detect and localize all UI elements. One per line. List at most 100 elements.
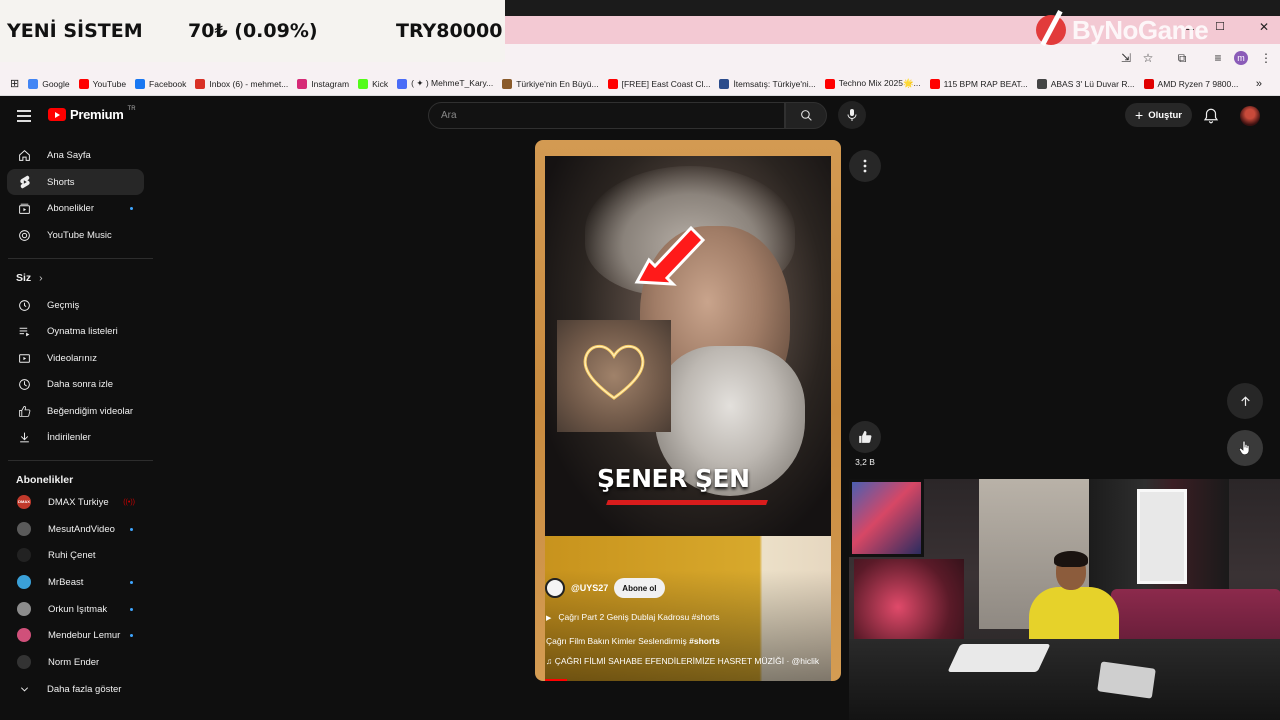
create-label: Oluştur: [1148, 109, 1182, 121]
bookmark-itemsatis[interactable]: İtemsatış: Türkiye'ni...: [719, 78, 816, 89]
subscriptions-icon: [18, 202, 31, 215]
ticker-title: YENİ SİSTEM: [7, 20, 143, 42]
music-icon: [18, 229, 31, 242]
arrow-up-icon: [1240, 395, 1250, 406]
webcam-overlay: [849, 479, 1280, 720]
short-title: Çağrı Film Bakın Kimler Seslendirmiş #sh…: [546, 636, 720, 646]
sidebar-item-shorts[interactable]: Shorts: [7, 169, 144, 195]
maximize-button[interactable]: ☐: [1210, 20, 1230, 33]
subscription-channel[interactable]: Ruhi Çenet: [7, 542, 144, 568]
browser-menu-icon[interactable]: ⋮: [1258, 50, 1274, 66]
search-button[interactable]: [785, 102, 827, 129]
video-overlay-name: ŞENER ŞEN: [597, 464, 750, 493]
sidebar-item-youtube-music[interactable]: YouTube Music: [7, 222, 144, 248]
bookmark-turkiye[interactable]: Türkiye'nin En Büyü...: [502, 78, 599, 89]
country-code: TR: [127, 105, 136, 112]
subscription-channel[interactable]: Mendebur Lemur: [7, 622, 144, 648]
overlay-underline: [606, 500, 768, 505]
bookmark-abas[interactable]: ABAS 3' Lü Duvar R...: [1036, 78, 1135, 89]
sidebar-item-liked-videos[interactable]: Beğendiğim videolar: [7, 398, 144, 424]
channel-name: MesutAndVideo: [48, 523, 115, 535]
subscribe-button[interactable]: Abone ol: [614, 578, 665, 598]
menu-icon[interactable]: [17, 110, 31, 125]
browser-profile-avatar[interactable]: m: [1234, 51, 1248, 65]
new-content-dot: [130, 527, 133, 531]
bookmark-instagram[interactable]: Instagram: [297, 78, 349, 89]
more-options-button[interactable]: [849, 150, 881, 182]
notifications-bell-icon[interactable]: [1202, 107, 1220, 125]
sidebar-item-label: Oynatma listeleri: [47, 325, 118, 337]
bookmark-kick[interactable]: Kick: [358, 78, 388, 89]
previous-short-button[interactable]: [1227, 383, 1263, 419]
watch-later-icon: [18, 378, 31, 391]
next-short-button[interactable]: [1227, 430, 1263, 466]
bookmark-star-icon[interactable]: ☆: [1140, 50, 1156, 66]
bookmark-google[interactable]: Google: [28, 78, 70, 89]
create-button[interactable]: + Oluştur: [1125, 103, 1192, 127]
channel-avatar: DMAX: [17, 495, 31, 509]
bookmark-east-coast[interactable]: [FREE] East Coast Cl...: [607, 78, 710, 89]
playlist-link[interactable]: ▶ Çağrı Part 2 Geniş Dublaj Kadrosu #shor…: [546, 612, 720, 622]
bookmark-facebook[interactable]: Facebook: [135, 78, 186, 89]
sidebar-item-label: Geçmiş: [47, 299, 80, 311]
sidebar-item-playlists[interactable]: Oynatma listeleri: [7, 318, 144, 344]
webcam-keyboard: [947, 644, 1051, 672]
shorts-player[interactable]: ŞENER ŞEN @UYS27 Abone ol ▶ Çağrı Part 2 …: [535, 140, 841, 681]
bookmark-youtube[interactable]: YouTube: [78, 78, 126, 89]
webcam-desk: [849, 639, 1280, 720]
music-credit[interactable]: ♫ ÇAĞRI FİLMİ SAHABE EFENDİLERİMİZE HASR…: [546, 656, 819, 666]
home-icon: [18, 149, 31, 162]
sidebar-item-watch-later[interactable]: Daha sonra izle: [7, 371, 144, 397]
you-section-heading[interactable]: Siz ›: [16, 272, 43, 284]
red-arrow-icon: [634, 225, 706, 286]
extensions-icon[interactable]: ⧉: [1174, 50, 1190, 66]
subscription-channel[interactable]: MrBeast: [7, 569, 144, 595]
voice-search-button[interactable]: [838, 101, 866, 129]
heart-sparkle-overlay: [557, 320, 671, 432]
webcam-monitor: [849, 479, 924, 557]
search-placeholder: Ara: [441, 110, 457, 121]
subscriptions-section-heading: Abonelikler: [16, 474, 74, 486]
apps-grid-icon[interactable]: ⊞: [10, 77, 19, 90]
new-content-dot: [130, 206, 133, 210]
subscription-channel[interactable]: Orkun Işıtmak: [7, 596, 144, 622]
more-bookmarks-icon[interactable]: »: [1256, 78, 1262, 90]
bookmark-mehmet[interactable]: ( ✦ ) MehmeT_Kary...: [397, 78, 493, 89]
like-button[interactable]: [849, 421, 881, 453]
media-queue-icon[interactable]: ≡: [1210, 50, 1226, 66]
bookmark-rap-beat[interactable]: 115 BPM RAP BEAT...: [929, 78, 1028, 89]
subscription-channel[interactable]: Norm Ender: [7, 649, 144, 675]
channel-name: Norm Ender: [48, 656, 100, 668]
webcam-person-hair: [1054, 551, 1088, 567]
show-more-button[interactable]: Daha fazla göster: [7, 676, 144, 702]
watermark-logo-icon: [1036, 15, 1066, 45]
channel-name: MrBeast: [48, 576, 84, 588]
hashtag-link[interactable]: #shorts: [689, 636, 720, 646]
short-progress-bar[interactable]: [545, 679, 567, 681]
short-video-frame[interactable]: ŞENER ŞEN: [545, 156, 831, 536]
sidebar-item-home[interactable]: Ana Sayfa: [7, 142, 144, 168]
channel-handle[interactable]: @UYS27: [571, 583, 608, 593]
account-avatar[interactable]: [1240, 106, 1260, 126]
sidebar-item-subscriptions[interactable]: Abonelikler: [7, 195, 144, 221]
sidebar-item-history[interactable]: Geçmiş: [7, 292, 144, 318]
ticker-price: TRY80000: [396, 20, 503, 42]
watermark: ByNoGame: [1036, 10, 1209, 50]
youtube-logo[interactable]: Premium TR: [48, 105, 136, 122]
more-vertical-icon: [863, 159, 867, 173]
youtube-play-icon: [48, 108, 66, 121]
ticker-change: 70₺ (0.09%): [188, 20, 318, 42]
subscription-channel[interactable]: MesutAndVideo: [7, 516, 144, 542]
bookmark-gmail[interactable]: Inbox (6) - mehmet...: [195, 78, 288, 89]
bookmark-techno-mix[interactable]: Techno Mix 2025🌟...: [824, 78, 921, 89]
heart-icon: [583, 344, 645, 400]
install-app-icon[interactable]: ⇲: [1118, 50, 1134, 66]
search-input[interactable]: Ara: [428, 102, 785, 129]
sidebar-item-your-videos[interactable]: Videolarınız: [7, 345, 144, 371]
subscription-channel[interactable]: DMAX DMAX Turkiye ((•)): [7, 489, 144, 515]
sidebar-item-downloads[interactable]: İndirilenler: [7, 424, 144, 450]
channel-avatar[interactable]: [545, 578, 565, 598]
bookmark-amd[interactable]: AMD Ryzen 7 9800...: [1143, 78, 1238, 89]
close-window-button[interactable]: ✕: [1254, 20, 1274, 34]
sidebar-item-label: Beğendiğim videolar: [47, 405, 134, 417]
